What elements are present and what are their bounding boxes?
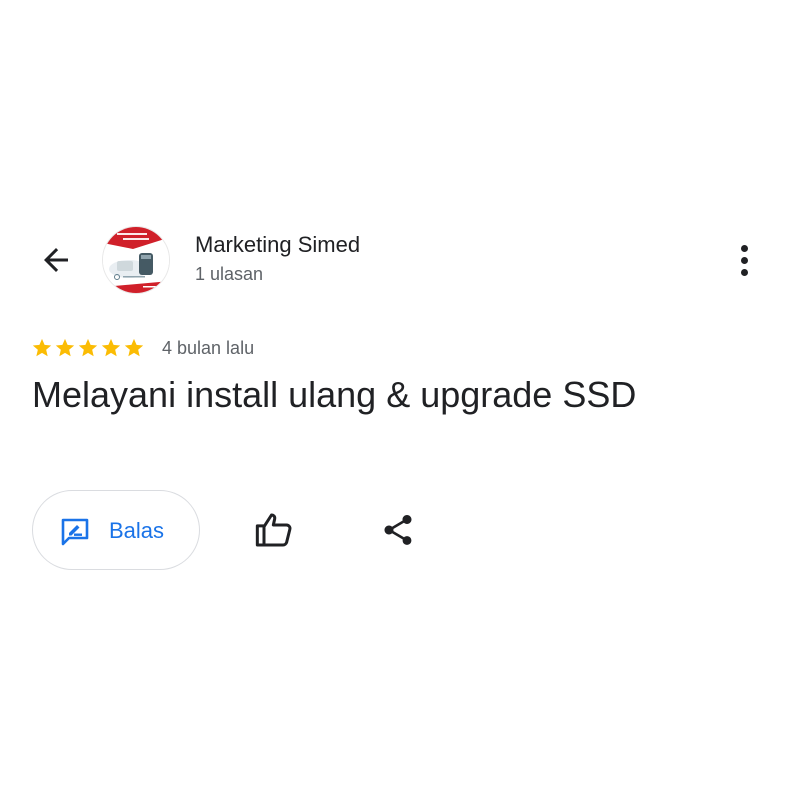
review-time: 4 bulan lalu — [162, 338, 255, 358]
arrow-left-icon — [44, 248, 68, 272]
avatar-image — [103, 227, 169, 293]
star-rating — [31, 337, 145, 359]
star-icon — [55, 338, 75, 357]
more-vert-icon — [740, 244, 748, 252]
star-icon — [32, 338, 52, 357]
share-icon — [384, 515, 412, 545]
star-icon — [78, 338, 98, 357]
rate-review-icon — [61, 518, 89, 546]
more-vert-icon-dot — [740, 256, 748, 264]
thumb-up-icon — [255, 513, 292, 547]
more-options-button[interactable] — [726, 238, 762, 282]
review-text: Melayani install ulang & upgrade SSD — [32, 374, 637, 415]
share-button[interactable] — [376, 508, 420, 552]
avatar[interactable] — [102, 226, 170, 294]
reply-button[interactable]: Balas — [32, 490, 200, 570]
reply-button-label: Balas — [109, 518, 165, 543]
like-button[interactable] — [250, 508, 298, 552]
star-icon — [101, 338, 121, 357]
review-count: 1 ulasan — [195, 264, 264, 284]
author-name[interactable]: Marketing Simed — [195, 232, 360, 258]
more-vert-icon-dot — [740, 268, 748, 276]
back-button[interactable] — [34, 238, 78, 282]
star-icon — [124, 338, 144, 357]
